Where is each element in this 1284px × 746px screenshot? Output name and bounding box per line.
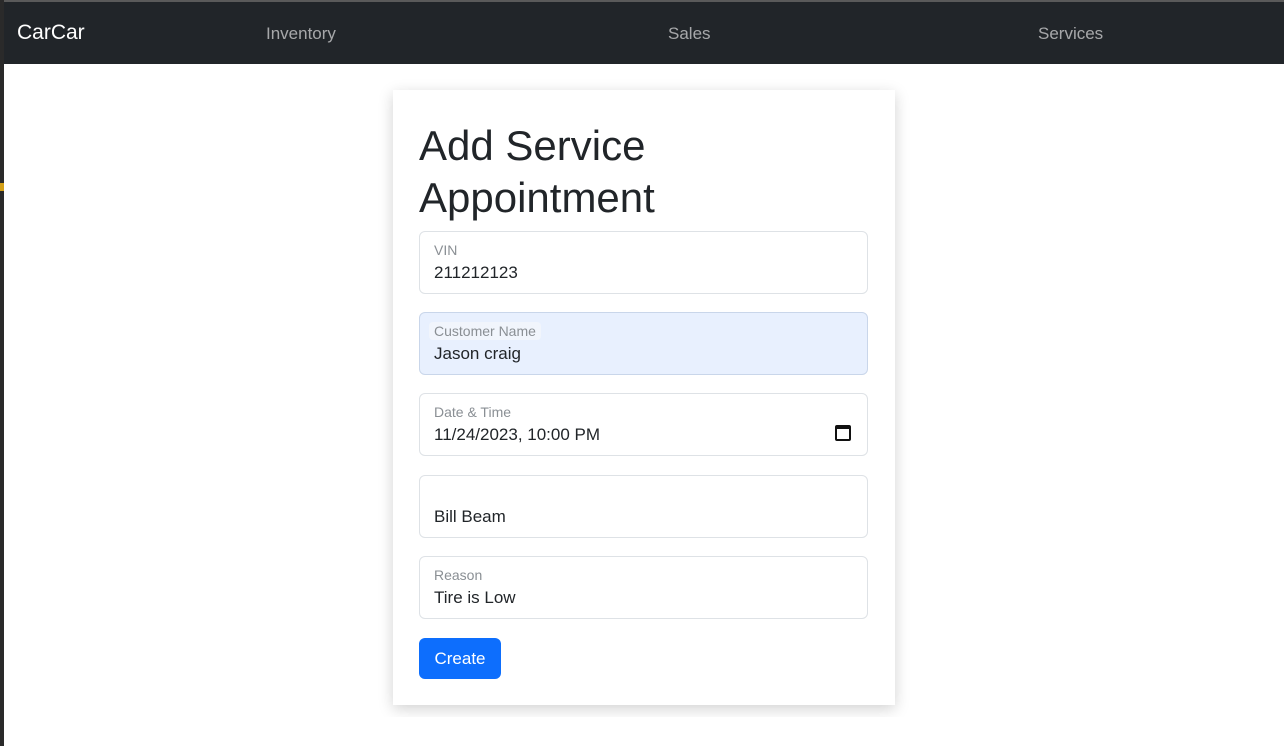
navbar: CarCar Inventory Sales Services <box>4 2 1284 64</box>
vin-field[interactable]: VIN 211212123 <box>419 231 868 294</box>
appointment-form-card: Add Service Appointment VIN 211212123 Cu… <box>393 90 895 705</box>
reason-field[interactable]: Reason Tire is Low <box>419 556 868 619</box>
customer-name-value: Jason craig <box>434 344 521 363</box>
reason-value: Tire is Low <box>434 588 516 607</box>
create-button[interactable]: Create <box>419 638 501 679</box>
calendar-icon[interactable] <box>835 425 851 441</box>
customer-name-field[interactable]: Customer Name Jason craig <box>419 312 868 375</box>
technician-field[interactable]: Bill Beam <box>419 475 868 538</box>
reason-label: Reason <box>434 567 483 583</box>
date-time-value: 11/24/2023, 10:00 PM <box>434 425 601 444</box>
date-time-field[interactable]: Date & Time 11/24/2023, 10:00 PM <box>419 393 868 456</box>
vin-value: 211212123 <box>434 263 518 282</box>
brand-link[interactable]: CarCar <box>17 21 85 45</box>
nav-inventory[interactable]: Inventory <box>266 24 336 44</box>
nav-sales[interactable]: Sales <box>668 24 711 44</box>
date-time-label: Date & Time <box>434 404 512 420</box>
page-title: Add Service Appointment <box>419 122 655 221</box>
technician-value: Bill Beam <box>434 507 506 526</box>
customer-name-label: Customer Name <box>429 322 541 340</box>
vin-label: VIN <box>434 242 458 258</box>
browser-viewport: CarCar Inventory Sales Services Add Serv… <box>4 2 1284 717</box>
nav-services[interactable]: Services <box>1038 24 1103 44</box>
